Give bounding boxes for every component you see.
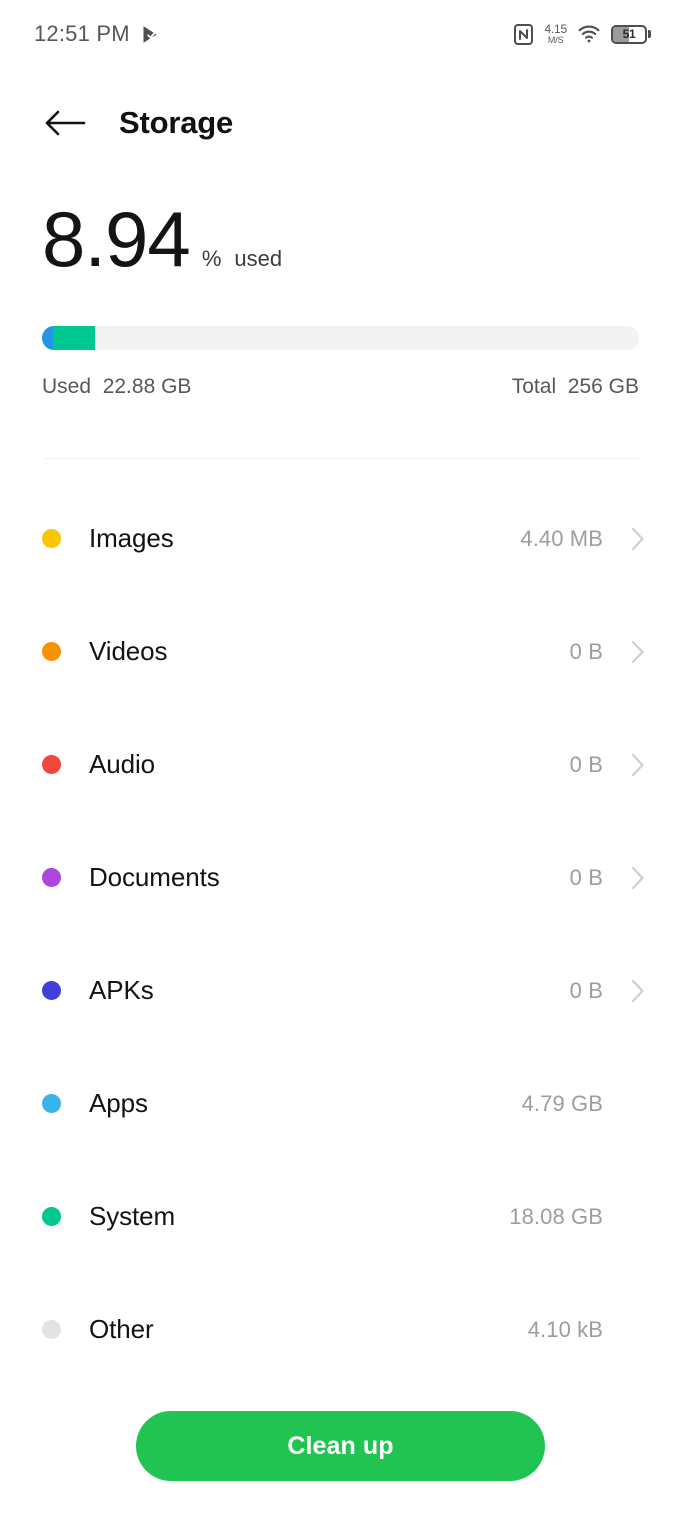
- category-size: 4.79 GB: [521, 1090, 603, 1116]
- back-arrow-icon: [44, 108, 86, 138]
- category-label: Other: [89, 1314, 154, 1344]
- status-bar: 12:51 PM 4.15 M/S 51: [0, 0, 681, 68]
- status-bar-clock: 12:51 PM: [34, 21, 130, 46]
- storage-category-row-audio[interactable]: Audio 0 B: [0, 708, 681, 821]
- category-size: 4.40 MB: [520, 525, 603, 551]
- clean-up-button[interactable]: Clean up: [136, 1411, 545, 1481]
- category-color-dot: [42, 981, 61, 1000]
- storage-category-row-documents[interactable]: Documents 0 B: [0, 821, 681, 934]
- back-button[interactable]: [42, 100, 88, 146]
- cleanup-button-container: Clean up: [0, 1411, 681, 1481]
- category-color-dot: [42, 1320, 61, 1339]
- category-label: Images: [89, 523, 174, 553]
- nfc-icon: [514, 23, 534, 45]
- category-size: 0 B: [569, 864, 603, 890]
- category-label: Videos: [89, 636, 168, 666]
- category-color-dot: [42, 1207, 61, 1226]
- category-color-dot: [42, 1094, 61, 1113]
- total-value: 256 GB: [567, 375, 639, 398]
- total-label: Total: [511, 375, 557, 398]
- play-badge-icon: [142, 25, 159, 44]
- battery-body: 51: [611, 24, 647, 44]
- storage-category-row-apps: Apps 4.79 GB: [0, 1047, 681, 1160]
- category-size: 0 B: [569, 751, 603, 777]
- category-size: 0 B: [569, 638, 603, 664]
- section-divider: [45, 458, 639, 459]
- storage-category-row-apks[interactable]: APKs 0 B: [0, 934, 681, 1047]
- category-color-dot: [42, 529, 61, 548]
- used-label: Used: [42, 375, 92, 398]
- app-bar: Storage: [0, 86, 681, 160]
- usage-bar-segment-apps: [42, 326, 53, 350]
- chevron-right-icon[interactable]: [625, 639, 651, 665]
- storage-totals: Used 22.88 GB Total 256 GB: [42, 375, 639, 399]
- network-speed-indicator: 4.15 M/S: [544, 23, 567, 45]
- percent-used-value: 8.94: [42, 195, 191, 283]
- chevron-right-icon[interactable]: [625, 526, 651, 552]
- category-label: Documents: [89, 862, 220, 892]
- status-bar-left: 12:51 PM: [34, 21, 159, 47]
- category-label: Audio: [89, 749, 155, 779]
- total-pair: Total 256 GB: [512, 375, 639, 399]
- percent-used-word: used: [234, 246, 283, 271]
- page-title: Storage: [119, 105, 234, 140]
- category-size: 4.10 kB: [527, 1316, 603, 1342]
- wifi-icon: [578, 25, 600, 43]
- network-speed-unit: M/S: [547, 35, 564, 45]
- battery-cap: [648, 30, 651, 38]
- storage-summary: 8.94 % used Used 22.88 GB Total 256 GB: [0, 200, 681, 459]
- used-value: 22.88 GB: [102, 375, 192, 398]
- chevron-right-icon[interactable]: [625, 752, 651, 778]
- storage-category-list: Images 4.40 MB Videos 0 B Audio 0 B Documents 0…: [0, 482, 681, 1386]
- category-label: APKs: [89, 975, 154, 1005]
- category-color-dot: [42, 755, 61, 774]
- used-total-pair: Used 22.88 GB: [42, 375, 191, 399]
- category-color-dot: [42, 868, 61, 887]
- chevron-right-icon[interactable]: [625, 978, 651, 1004]
- chevron-right-icon[interactable]: [625, 865, 651, 891]
- percent-used-row: 8.94 % used: [0, 200, 681, 300]
- category-color-dot: [42, 642, 61, 661]
- network-speed-value: 4.15: [544, 22, 567, 36]
- storage-category-row-videos[interactable]: Videos 0 B: [0, 595, 681, 708]
- battery-indicator: 51: [611, 24, 651, 44]
- status-bar-right: 4.15 M/S 51: [514, 23, 651, 45]
- percent-sign: %: [201, 246, 222, 271]
- battery-level-label: 51: [622, 27, 636, 41]
- storage-category-row-images[interactable]: Images 4.40 MB: [0, 482, 681, 595]
- category-label: System: [89, 1201, 176, 1231]
- category-size: 0 B: [569, 977, 603, 1003]
- storage-category-row-system: System 18.08 GB: [0, 1160, 681, 1273]
- storage-usage-bar: [42, 326, 639, 350]
- storage-category-row-other: Other 4.10 kB: [0, 1273, 681, 1386]
- category-label: Apps: [89, 1088, 148, 1118]
- category-size: 18.08 GB: [509, 1203, 603, 1229]
- usage-bar-segment-system: [52, 326, 96, 350]
